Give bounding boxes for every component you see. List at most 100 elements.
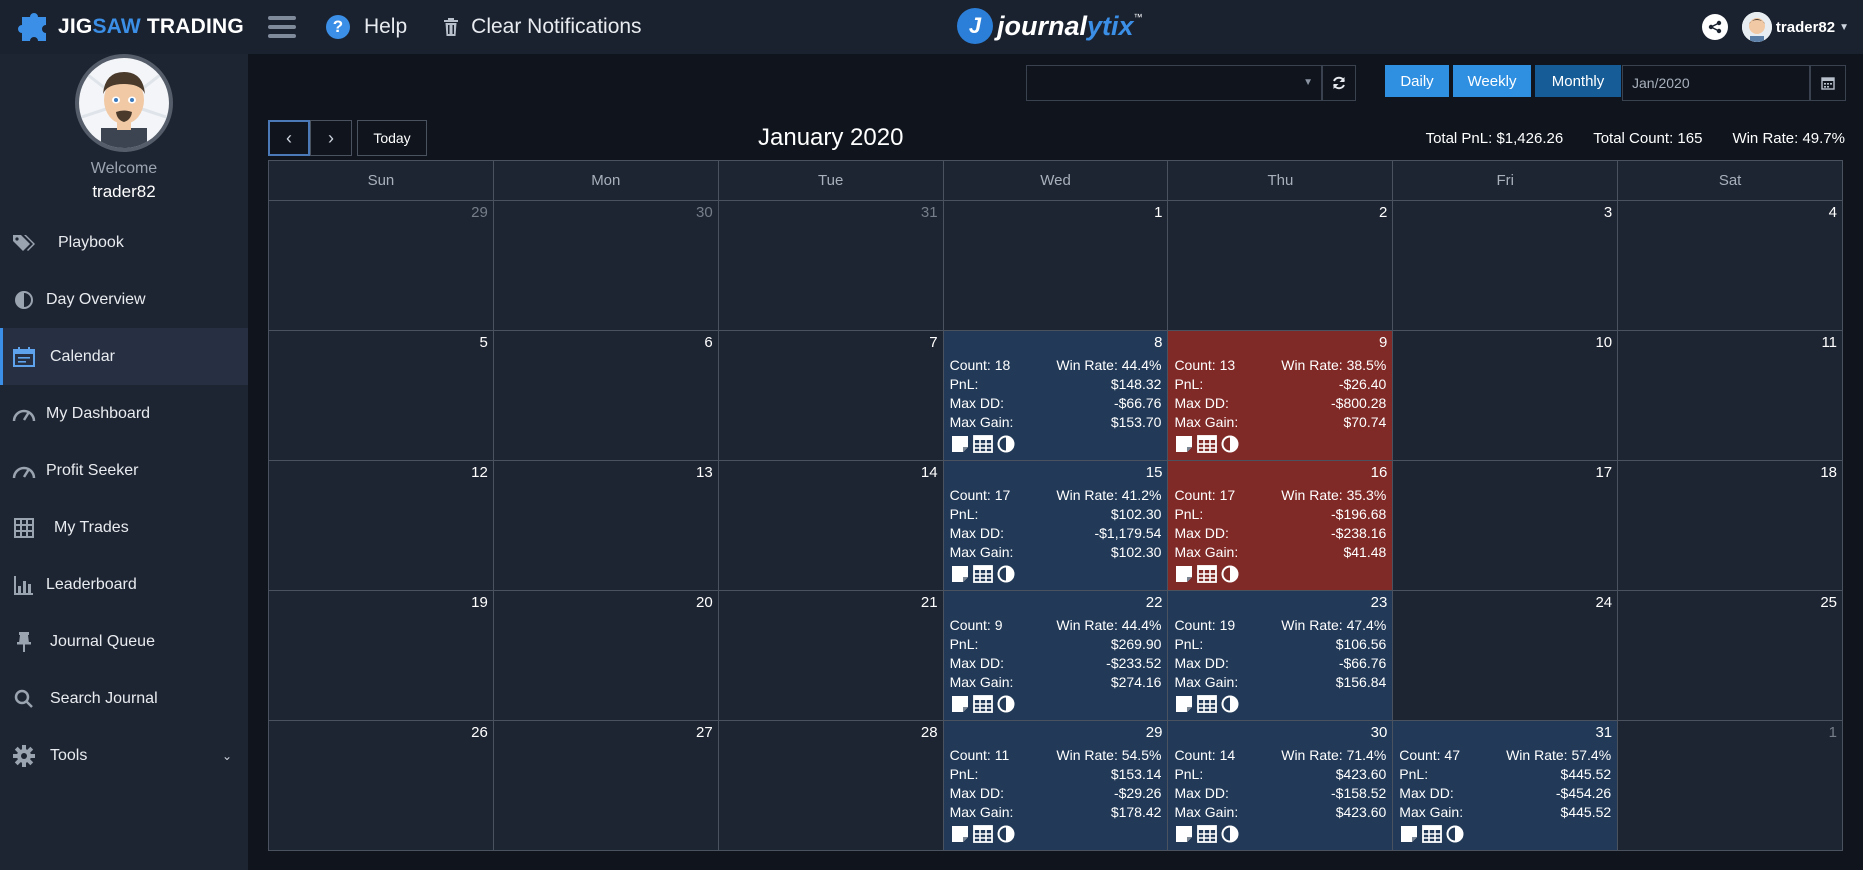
table-icon[interactable]	[972, 694, 993, 714]
half-circle-icon[interactable]	[1445, 824, 1465, 844]
daily-button[interactable]: Daily	[1385, 65, 1449, 97]
table-icon[interactable]	[972, 434, 993, 454]
half-circle-icon[interactable]	[996, 564, 1016, 584]
brand-trading: TRADING	[146, 15, 244, 38]
month-picker-input[interactable]: Jan/2020	[1622, 65, 1810, 101]
menu-toggle-icon[interactable]	[267, 16, 296, 38]
clear-notifications-button[interactable]: Clear Notifications	[443, 15, 642, 39]
prev-month-button[interactable]: ‹	[268, 120, 310, 156]
filter-bar: ▼ Daily Weekly Monthly Jan/2020	[248, 60, 1863, 101]
calendar-day-cell[interactable]: 8 Count: 18 Win Rate: 44.4% PnL: $148.32 Max …	[943, 331, 1169, 461]
monthly-button[interactable]: Monthly	[1535, 65, 1621, 97]
calendar-day-cell[interactable]: 20	[493, 591, 719, 721]
journalytix-logo[interactable]: J journalytix ™	[957, 8, 1143, 44]
calendar-day-cell[interactable]: 14	[718, 461, 944, 591]
calendar-day-cell[interactable]: 27	[493, 721, 719, 851]
day-max-dd: -$233.52	[1106, 655, 1162, 671]
calendar-day-cell[interactable]: 29 Count: 11 Win Rate: 54.5% PnL: $153.14 Max…	[943, 721, 1169, 851]
help-button[interactable]: ? Help	[325, 15, 407, 39]
half-circle-icon[interactable]	[1220, 824, 1240, 844]
calendar-day-cell[interactable]: 1	[1618, 721, 1844, 851]
table-icon[interactable]	[1197, 694, 1218, 714]
calendar-day-cell[interactable]: 16 Count: 17 Win Rate: 35.3% PnL: -$196.68 Ma…	[1168, 461, 1394, 591]
calendar-day-cell[interactable]: 3	[1393, 201, 1619, 331]
calendar-day-cell[interactable]: 28	[718, 721, 944, 851]
sidebar-item-my-dashboard[interactable]: My Dashboard	[0, 385, 248, 442]
note-icon[interactable]	[950, 824, 970, 844]
calendar-day-cell[interactable]: 23 Count: 19 Win Rate: 47.4% PnL: $106.56 Max…	[1168, 591, 1394, 721]
sidebar-item-day-overview[interactable]: Day Overview	[0, 271, 248, 328]
calendar-day-cell[interactable]: 1	[943, 201, 1169, 331]
sidebar-item-tools[interactable]: Tools ⌄	[0, 727, 248, 784]
note-icon[interactable]	[1174, 564, 1194, 584]
calendar-day-cell[interactable]: 30	[493, 201, 719, 331]
day-stat-row: Max Gain: $41.48	[1174, 543, 1386, 562]
note-icon[interactable]	[1174, 694, 1194, 714]
calendar-day-cell[interactable]: 2	[1168, 201, 1394, 331]
half-circle-icon[interactable]	[1220, 434, 1240, 454]
sidebar-item-journal-queue[interactable]: Journal Queue	[0, 613, 248, 670]
day-count: Count: 13	[1174, 357, 1236, 373]
table-icon[interactable]	[972, 824, 993, 844]
calendar-day-cell[interactable]: 6	[493, 331, 719, 461]
table-icon[interactable]	[1197, 564, 1218, 584]
sidebar-item-playbook[interactable]: Playbook	[0, 214, 248, 271]
note-icon[interactable]	[1174, 824, 1194, 844]
half-circle-icon[interactable]	[996, 824, 1016, 844]
calendar-day-cell[interactable]: 5	[269, 331, 494, 461]
calendar-day-cell[interactable]: 26	[269, 721, 494, 851]
user-menu[interactable]: trader82 ▼	[1741, 12, 1849, 42]
day-number: 26	[471, 724, 488, 741]
account-select[interactable]: ▼	[1026, 65, 1322, 101]
calendar-day-cell[interactable]: 12	[269, 461, 494, 591]
calendar-day-cell[interactable]: 25	[1618, 591, 1844, 721]
calendar-day-cell[interactable]: 15 Count: 17 Win Rate: 41.2% PnL: $102.30 Max…	[943, 461, 1169, 591]
calendar-day-cell[interactable]: 24	[1393, 591, 1619, 721]
half-circle-icon[interactable]	[1220, 564, 1240, 584]
brand-logo[interactable]: JIGSAW TRADING	[16, 0, 244, 54]
calendar-day-cell[interactable]: 29	[269, 201, 494, 331]
next-month-button[interactable]: ›	[310, 120, 352, 156]
max-gain-label: Max Gain:	[1174, 804, 1239, 820]
calendar-day-cell[interactable]: 7	[718, 331, 944, 461]
calendar-day-cell[interactable]: 30 Count: 14 Win Rate: 71.4% PnL: $423.60 Max…	[1168, 721, 1394, 851]
half-circle-icon[interactable]	[996, 434, 1016, 454]
table-icon[interactable]	[1197, 434, 1218, 454]
calendar-day-cell[interactable]: 31	[718, 201, 944, 331]
sidebar-item-calendar[interactable]: Calendar	[0, 328, 248, 385]
note-icon[interactable]	[950, 564, 970, 584]
share-icon[interactable]	[1701, 14, 1728, 40]
calendar-day-cell[interactable]: 13	[493, 461, 719, 591]
calendar-day-cell[interactable]: 21	[718, 591, 944, 721]
calendar-day-cell[interactable]: 17	[1393, 461, 1619, 591]
today-button[interactable]: Today	[357, 120, 427, 156]
half-circle-icon[interactable]	[996, 694, 1016, 714]
calendar-day-cell[interactable]: 11	[1618, 331, 1844, 461]
sidebar-item-leaderboard[interactable]: Leaderboard	[0, 556, 248, 613]
sidebar-item-search-journal[interactable]: Search Journal	[0, 670, 248, 727]
avatar[interactable]	[75, 54, 173, 152]
day-win-rate: Win Rate: 71.4%	[1281, 747, 1387, 763]
calendar-day-cell[interactable]: 22 Count: 9 Win Rate: 44.4% PnL: $269.90 Max …	[943, 591, 1169, 721]
weekday-mon: Mon	[493, 161, 719, 201]
calendar-picker-button[interactable]	[1810, 65, 1846, 101]
note-icon[interactable]	[1399, 824, 1419, 844]
table-icon[interactable]	[1197, 824, 1218, 844]
weekly-button[interactable]: Weekly	[1453, 65, 1531, 97]
sidebar-item-profit-seeker[interactable]: Profit Seeker	[0, 442, 248, 499]
calendar-day-cell[interactable]: 18	[1618, 461, 1844, 591]
calendar-day-cell[interactable]: 4	[1618, 201, 1844, 331]
note-icon[interactable]	[1174, 434, 1194, 454]
note-icon[interactable]	[950, 694, 970, 714]
note-icon[interactable]	[950, 434, 970, 454]
day-number: 13	[696, 464, 713, 481]
table-icon[interactable]	[1422, 824, 1443, 844]
calendar-day-cell[interactable]: 10	[1393, 331, 1619, 461]
table-icon[interactable]	[972, 564, 993, 584]
calendar-day-cell[interactable]: 9 Count: 13 Win Rate: 38.5% PnL: -$26.40 Max …	[1168, 331, 1394, 461]
calendar-day-cell[interactable]: 19	[269, 591, 494, 721]
calendar-day-cell[interactable]: 31 Count: 47 Win Rate: 57.4% PnL: $445.52 Max…	[1393, 721, 1619, 851]
sidebar-item-my-trades[interactable]: My Trades	[0, 499, 248, 556]
half-circle-icon[interactable]	[1220, 694, 1240, 714]
refresh-button[interactable]	[1322, 65, 1356, 101]
